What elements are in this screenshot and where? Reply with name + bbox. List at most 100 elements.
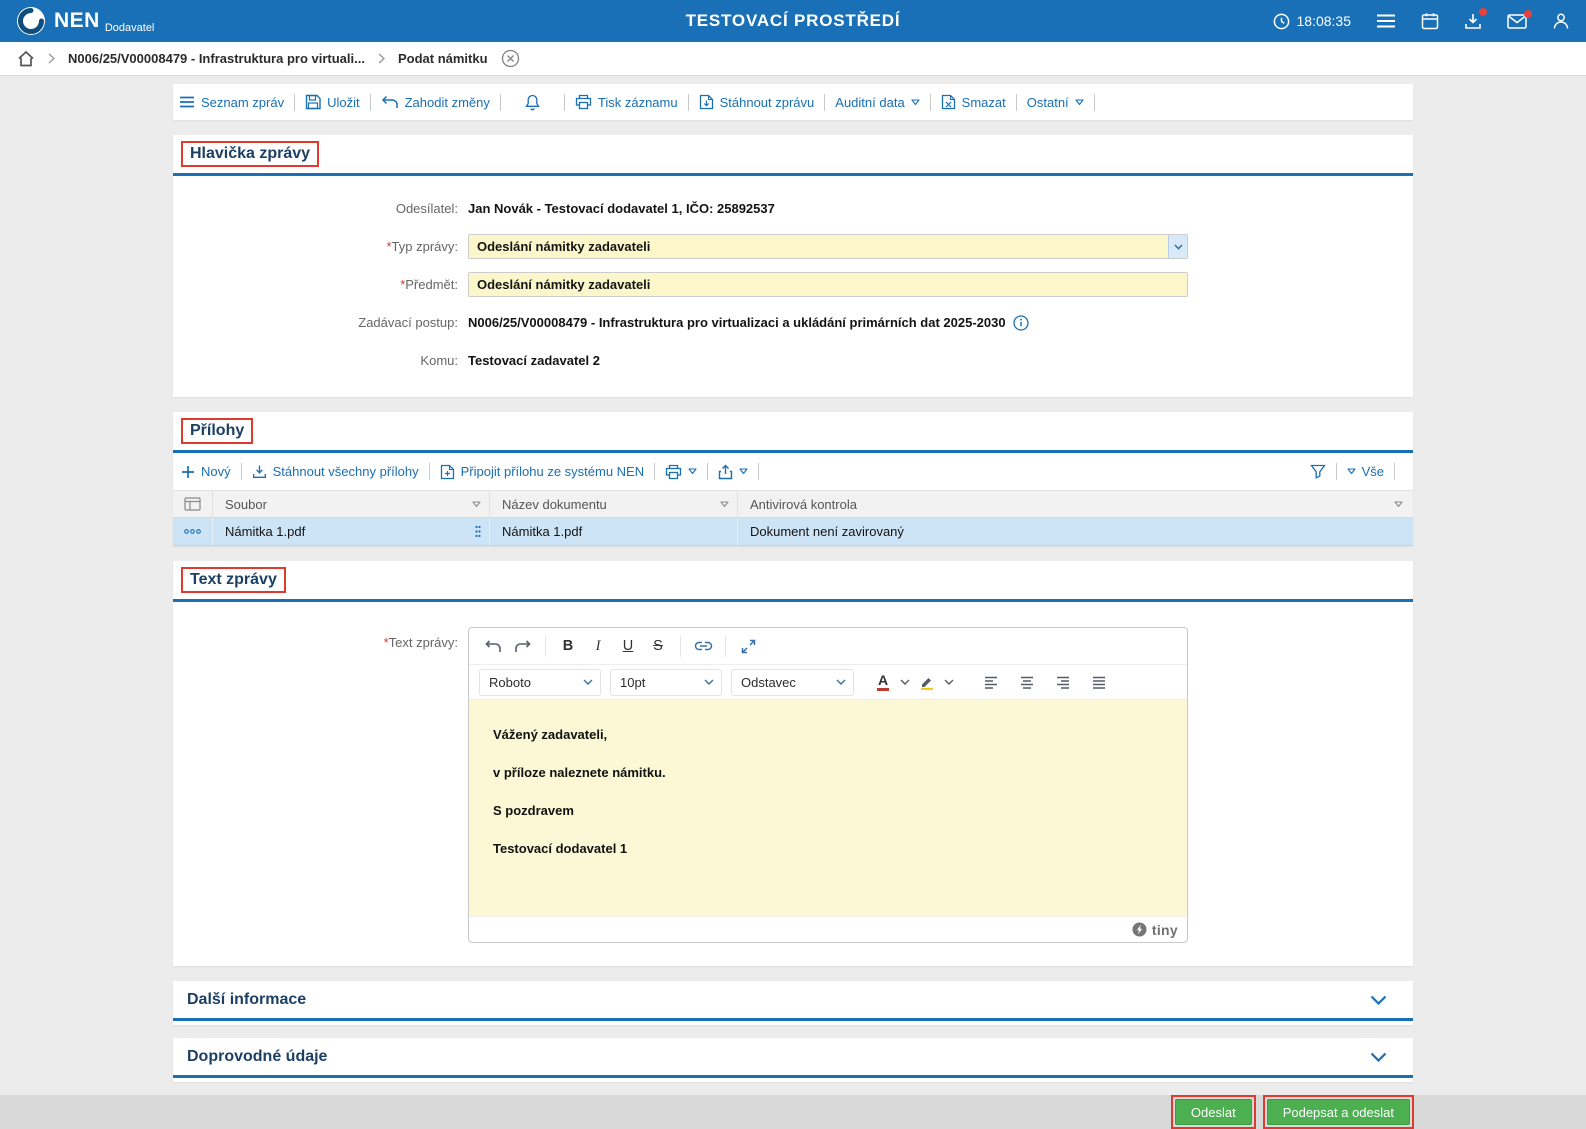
column-filter-icon[interactable] [720,500,729,508]
section-title-message-text: Text zprávy [181,567,286,593]
field-value-procedure: N006/25/V00008479 - Infrastruktura pro v… [468,314,1029,331]
align-right-icon[interactable] [1048,669,1078,696]
column-filter-icon[interactable] [1394,500,1403,508]
table-settings-icon[interactable] [173,491,213,517]
messages-icon[interactable] [1507,9,1532,29]
text-color-button[interactable]: A [868,669,898,696]
message-list-button[interactable]: Seznam zpráv [179,95,284,110]
breadcrumb-current[interactable]: Podat námitku [398,51,488,66]
print-attachments-button[interactable] [665,464,697,480]
field-label-subject: *Předmět: [400,277,458,292]
field-value-recipient: Testovací zadavatel 2 [468,353,600,368]
section-attachments: Přílohy Nový Stáhnout všechny přílohy Př… [173,412,1413,546]
field-label-sender: Odesílatel: [395,201,458,216]
column-header-document-name[interactable]: Název dokumentu [490,491,738,517]
save-icon [305,94,321,110]
other-actions-button[interactable]: Ostatní [1027,95,1084,110]
section-title-more-information: Další informace [187,990,307,1008]
document-download-icon [699,94,714,110]
column-filter-icon[interactable] [472,500,481,508]
send-button-annotation: Odeslat [1170,1095,1256,1129]
row-menu-icon[interactable] [173,518,213,545]
new-attachment-button[interactable]: Nový [181,464,231,479]
view-all-filter-button[interactable]: Vše [1347,464,1384,479]
column-header-antivirus[interactable]: Antivirová kontrola [738,491,1413,517]
field-value-sender: Jan Novák - Testovací dodavatel 1, IČO: … [468,201,775,216]
drag-handle-icon[interactable] [475,525,481,538]
attachments-table: Soubor Název dokumentu Antivirová kontro… [173,490,1413,546]
menu-icon[interactable] [1376,13,1396,29]
user-icon[interactable] [1552,12,1570,30]
attachment-row[interactable]: Námitka 1.pdf Námitka 1.pdf Dokument nen… [173,518,1413,546]
document-delete-icon [941,94,956,110]
bold-button[interactable]: B [553,633,583,660]
italic-button[interactable]: I [583,633,613,660]
section-accompanying-data[interactable]: Doprovodné údaje [173,1038,1413,1082]
block-format-select[interactable]: Odstavec [731,668,854,696]
discard-changes-button[interactable]: Zahodit změny [381,95,490,110]
section-message-header: Hlavička zprávy Odesílatel: Jan Novák - … [173,135,1413,397]
undo-icon[interactable] [478,633,508,660]
rich-text-editor[interactable]: B I U S Roboto 10pt Odstavec A Vážený za… [468,627,1188,943]
notifications-bell-icon[interactable] [525,94,540,111]
field-label-message-type: *Typ zprávy: [386,239,458,254]
chevron-down-icon[interactable] [900,679,910,685]
highlight-color-icon[interactable] [912,669,942,696]
current-time: 18:08:35 [1296,13,1352,29]
chevron-right-icon [48,53,55,64]
font-family-select[interactable]: Roboto [479,668,601,696]
cell-document-name: Námitka 1.pdf [490,518,738,545]
editor-content[interactable]: Vážený zadavateli, v příloze naleznete n… [469,700,1187,916]
print-record-button[interactable]: Tisk záznamu [575,94,678,110]
filter-icon[interactable] [1309,464,1326,479]
editor-toolbar-primary: B I U S [469,628,1187,665]
editor-paragraph: Vážený zadavateli, [493,727,608,742]
sign-and-send-button-annotation: Podepsat a odeslat [1262,1095,1414,1129]
column-header-file[interactable]: Soubor [213,491,490,517]
audit-data-button[interactable]: Auditní data [835,95,920,110]
editor-paragraph: Testovací dodavatel 1 [493,841,628,856]
chevron-down-icon [911,98,920,106]
fullscreen-icon[interactable] [733,633,763,660]
session-clock: 18:08:35 [1273,13,1352,30]
subject-input[interactable] [468,272,1188,297]
chevron-down-icon [836,679,846,685]
downloads-icon[interactable] [1464,8,1487,30]
redo-icon[interactable] [508,633,538,660]
tiny-brand-label[interactable]: tiny [1152,922,1178,938]
brand[interactable]: NEN Dodavatel [16,6,154,36]
download-all-attachments-button[interactable]: Stáhnout všechny přílohy [252,464,419,479]
underline-button[interactable]: U [613,633,643,660]
export-attachments-button[interactable] [718,464,748,480]
chevron-down-icon[interactable] [1370,1052,1387,1062]
link-icon[interactable] [688,633,718,660]
home-icon[interactable] [17,50,35,67]
align-justify-icon[interactable] [1084,669,1114,696]
download-message-button[interactable]: Stáhnout zprávu [699,94,814,110]
chevron-down-icon[interactable] [1370,995,1387,1005]
editor-paragraph: v příloze naleznete námitku. [493,765,666,780]
send-button[interactable]: Odeslat [1174,1099,1252,1125]
section-more-information[interactable]: Další informace [173,981,1413,1025]
chevron-down-icon[interactable] [944,679,954,685]
footer-action-bar: Odeslat Podepsat a odeslat [0,1095,1586,1129]
breadcrumb-procedure[interactable]: N006/25/V00008479 - Infrastruktura pro v… [68,51,365,66]
align-center-icon[interactable] [1012,669,1042,696]
environment-title: TESTOVACÍ PROSTŘEDÍ [685,11,901,30]
brand-name: NEN [54,9,100,32]
calendar-icon[interactable] [1421,12,1439,30]
info-icon[interactable] [1012,314,1029,331]
strikethrough-button[interactable]: S [643,633,673,660]
chevron-down-icon [1347,468,1356,475]
close-tab-icon[interactable] [501,49,520,68]
align-left-icon[interactable] [976,669,1006,696]
printer-icon [665,464,682,480]
attach-from-nen-button[interactable]: Připojit přílohu ze systému NEN [440,464,644,480]
delete-button[interactable]: Smazat [941,94,1006,110]
save-button[interactable]: Uložit [305,94,360,110]
sign-and-send-button[interactable]: Podepsat a odeslat [1266,1099,1410,1125]
clock-icon [1273,13,1290,30]
font-size-select[interactable]: 10pt [610,668,722,696]
chevron-down-icon[interactable] [1168,235,1187,258]
message-type-select[interactable]: Odeslání námitky zadavateli [468,234,1188,259]
